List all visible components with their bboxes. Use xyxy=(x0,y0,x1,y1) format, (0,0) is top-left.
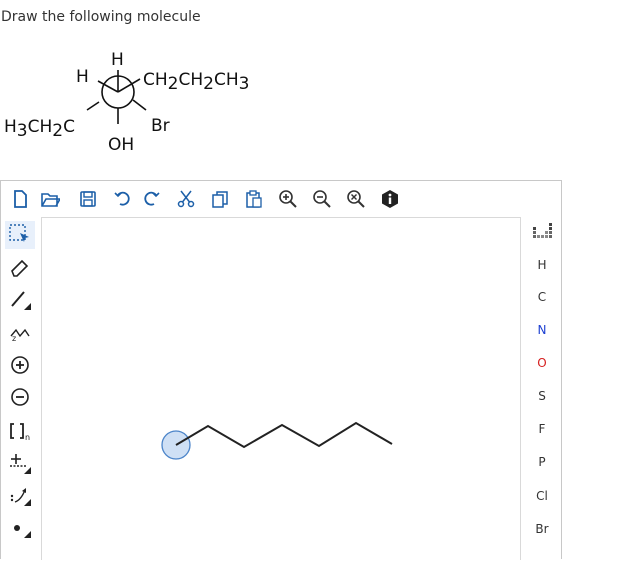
element-button-o[interactable]: O xyxy=(522,349,562,377)
newman-top-label: H xyxy=(111,50,124,70)
element-button-f[interactable]: F xyxy=(522,415,562,443)
element-button-h[interactable]: H xyxy=(522,251,562,279)
bond-tool-icon[interactable] xyxy=(5,285,35,313)
zoom-in-icon[interactable] xyxy=(277,188,299,210)
structure-editor: z n H C N O S F P Cl Br xyxy=(0,180,562,560)
element-button-p[interactable]: P xyxy=(522,448,562,476)
save-icon[interactable] xyxy=(77,188,99,210)
info-icon[interactable] xyxy=(379,188,401,210)
newman-lower-left-label: H3CH2C xyxy=(4,117,75,141)
cut-icon[interactable] xyxy=(175,188,197,210)
svg-text:CH2CH2CH3: CH2CH2CH3 xyxy=(143,70,249,94)
negative-charge-icon[interactable] xyxy=(5,383,35,411)
newman-lower-right-label: Br xyxy=(151,116,170,136)
reaction-arrow-icon[interactable] xyxy=(5,449,35,477)
eraser-icon[interactable] xyxy=(5,253,35,281)
newman-upper-right-label: CH2CH2CH3 xyxy=(143,70,249,94)
question-prompt: Draw the following molecule xyxy=(1,9,201,25)
chain-tool-icon[interactable]: z xyxy=(5,317,35,345)
newman-upper-left-label: H xyxy=(76,67,89,87)
element-button-n[interactable]: N xyxy=(522,316,562,344)
reaction-mapping-icon[interactable] xyxy=(5,481,35,509)
periodic-table-icon[interactable] xyxy=(532,223,554,239)
carbon-chain[interactable] xyxy=(175,421,393,449)
zoom-out-icon[interactable] xyxy=(311,188,333,210)
element-button-cl[interactable]: Cl xyxy=(522,482,562,510)
left-toolbar: z n xyxy=(1,217,41,560)
copy-icon[interactable] xyxy=(209,188,231,210)
new-document-icon[interactable] xyxy=(9,188,31,210)
paste-icon[interactable] xyxy=(243,188,265,210)
sgroup-tool-icon[interactable]: n xyxy=(5,417,35,445)
svg-text:H3CH2C: H3CH2C xyxy=(4,117,75,141)
svg-text:z: z xyxy=(12,334,16,343)
svg-text:n: n xyxy=(25,433,30,442)
drawing-canvas[interactable] xyxy=(41,217,521,560)
redo-icon[interactable] xyxy=(141,188,163,210)
atom-dot-icon[interactable] xyxy=(5,513,35,541)
selection-tool-icon[interactable] xyxy=(5,221,35,249)
element-button-s[interactable]: S xyxy=(522,382,562,410)
zoom-reset-icon[interactable] xyxy=(345,188,367,210)
element-toolbar: H C N O S F P Cl Br xyxy=(522,217,562,560)
positive-charge-icon[interactable] xyxy=(5,351,35,379)
newman-projection: H H CH2CH2CH3 H3CH2C Br OH xyxy=(4,50,249,155)
undo-icon[interactable] xyxy=(111,188,133,210)
element-button-c[interactable]: C xyxy=(522,283,562,311)
open-folder-icon[interactable] xyxy=(39,188,61,210)
newman-bottom-label: OH xyxy=(108,135,134,155)
top-toolbar xyxy=(1,181,561,217)
element-button-br[interactable]: Br xyxy=(522,515,562,543)
